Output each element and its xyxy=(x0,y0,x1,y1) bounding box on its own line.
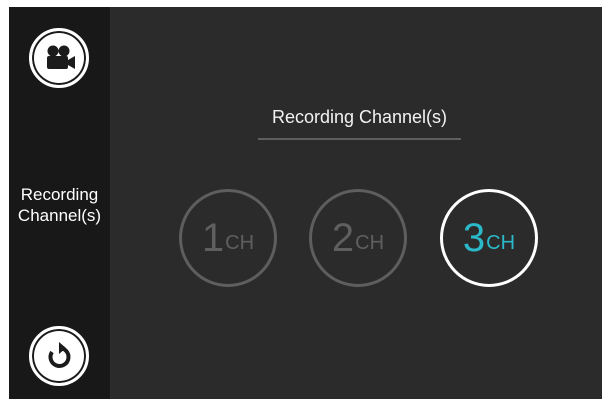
channel-number: 1 xyxy=(201,216,225,260)
video-camera-icon xyxy=(47,45,75,69)
title-divider xyxy=(258,138,461,140)
sidebar-label: Recording Channel(s) xyxy=(17,185,102,225)
channel-unit: CH xyxy=(355,232,385,254)
page-title: Recording Channel(s) xyxy=(271,107,448,127)
sidebar: Recording Channel(s) xyxy=(9,7,110,399)
channel-unit: CH xyxy=(225,232,255,254)
channel-unit: CH xyxy=(486,232,516,254)
channel-option-3[interactable]: 3 CH xyxy=(440,189,538,287)
channel-number: 2 xyxy=(331,216,355,260)
channel-option-2[interactable]: 2 CH xyxy=(309,189,407,287)
recording-channel-screen: Recording Channel(s) Recording Channel(s… xyxy=(9,7,602,399)
video-mode-button[interactable] xyxy=(29,28,89,88)
channel-option-1[interactable]: 1 CH xyxy=(179,189,277,287)
reset-button[interactable] xyxy=(29,326,89,386)
channel-number: 3 xyxy=(462,216,486,260)
rotate-reset-icon xyxy=(48,342,71,368)
